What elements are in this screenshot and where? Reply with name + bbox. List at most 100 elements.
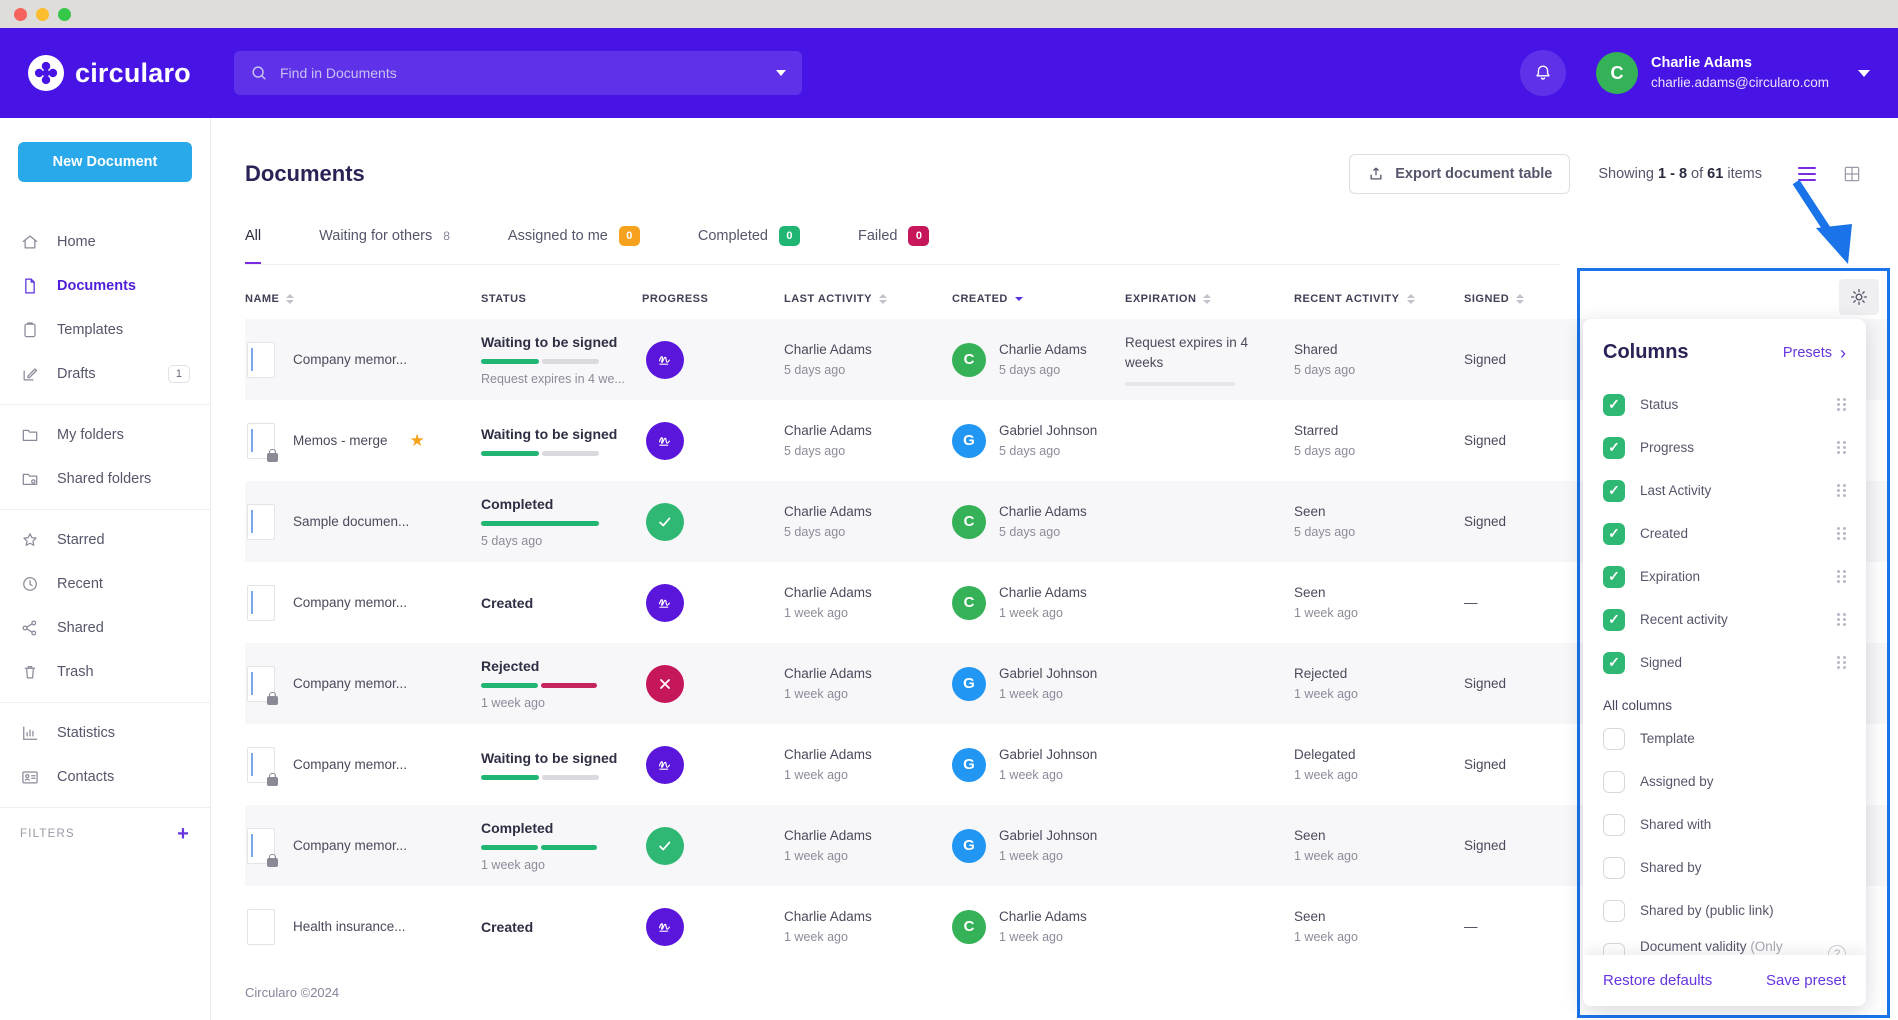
search-scope-caret-icon[interactable] (776, 70, 786, 76)
sidebar-item-my-folders[interactable]: My folders (0, 413, 210, 457)
sidebar-item-drafts[interactable]: Drafts 1 (0, 352, 210, 396)
creator-name: Charlie Adams (999, 909, 1087, 924)
column-header-created[interactable]: CREATED (952, 293, 1125, 305)
drag-handle-icon[interactable] (1837, 656, 1846, 670)
column-toggle-status: ✓Status (1603, 383, 1846, 426)
sidebar-item-statistics[interactable]: Statistics (0, 711, 210, 755)
user-menu[interactable]: C Charlie Adams charlie.adams@circularo.… (1596, 52, 1870, 94)
restore-defaults-link[interactable]: Restore defaults (1603, 972, 1712, 989)
creator-name: Gabriel Johnson (999, 666, 1097, 681)
sidebar-item-starred[interactable]: Starred (0, 518, 210, 562)
sidebar-item-trash[interactable]: Trash (0, 650, 210, 694)
last-activity-user: Charlie Adams (784, 909, 952, 924)
grid-view-button[interactable] (1842, 164, 1862, 184)
column-toggle-assigned-by: Assigned by (1603, 760, 1846, 803)
checkbox-checked[interactable]: ✓ (1603, 437, 1625, 459)
divider (0, 807, 210, 808)
checkbox-checked[interactable]: ✓ (1603, 652, 1625, 674)
list-view-button[interactable] (1798, 167, 1816, 182)
sidebar-item-home[interactable]: Home (0, 220, 210, 264)
save-preset-link[interactable]: Save preset (1766, 972, 1846, 989)
checkbox-checked[interactable]: ✓ (1603, 566, 1625, 588)
drag-handle-icon[interactable] (1837, 570, 1846, 584)
drag-handle-icon[interactable] (1837, 484, 1846, 498)
app-header: circularo C Charlie Adams charlie.adams@… (0, 28, 1898, 118)
column-header-last-activity[interactable]: LAST ACTIVITY (784, 293, 952, 305)
tab-waiting-for-others[interactable]: Waiting for others8 (319, 226, 450, 264)
tab-all[interactable]: All (245, 226, 261, 264)
creator-avatar: C (952, 586, 986, 620)
checkbox-checked[interactable]: ✓ (1603, 609, 1625, 631)
star-icon (20, 530, 40, 550)
signed-status: Signed (1464, 757, 1557, 772)
circularo-logo-icon (28, 55, 64, 91)
sidebar-item-shared-folders[interactable]: Shared folders (0, 457, 210, 501)
close-window-button[interactable] (14, 8, 27, 21)
drag-handle-icon[interactable] (1837, 613, 1846, 627)
column-header-recent-activity[interactable]: RECENT ACTIVITY (1294, 293, 1464, 305)
recent-activity-label: Seen (1294, 909, 1464, 924)
last-activity-user: Charlie Adams (784, 828, 952, 843)
checkbox-unchecked[interactable] (1603, 900, 1625, 922)
status-label: Created (481, 919, 642, 935)
drag-handle-icon[interactable] (1837, 527, 1846, 541)
sidebar-item-contacts[interactable]: Contacts (0, 755, 210, 799)
share-icon (20, 618, 40, 638)
tab-badge: 0 (908, 226, 929, 246)
user-name: Charlie Adams (1651, 54, 1829, 74)
starred-icon[interactable]: ★ (410, 431, 425, 451)
creator-name: Gabriel Johnson (999, 828, 1097, 843)
checkbox-checked[interactable]: ✓ (1603, 480, 1625, 502)
column-header-expiration[interactable]: EXPIRATION (1125, 293, 1294, 305)
last-activity-time: 1 week ago (784, 687, 952, 701)
new-document-button[interactable]: New Document (18, 142, 192, 182)
column-header-progress[interactable]: PROGRESS (642, 293, 784, 305)
drag-handle-icon[interactable] (1837, 398, 1846, 412)
minimize-window-button[interactable] (36, 8, 49, 21)
sidebar-item-recent[interactable]: Recent (0, 562, 210, 606)
column-settings-button[interactable] (1839, 279, 1879, 315)
last-activity-time: 5 days ago (784, 525, 952, 539)
signature-progress-icon (646, 746, 684, 784)
chevron-right-icon: › (1840, 344, 1846, 362)
column-header-signed[interactable]: SIGNED (1464, 293, 1557, 305)
creator-name: Gabriel Johnson (999, 423, 1097, 438)
column-header-name[interactable]: NAME (245, 293, 481, 305)
signed-status: — (1464, 595, 1557, 610)
zoom-window-button[interactable] (58, 8, 71, 21)
brand-logo[interactable]: circularo (28, 55, 210, 91)
checkbox-unchecked[interactable] (1603, 771, 1625, 793)
sidebar-item-shared[interactable]: Shared (0, 606, 210, 650)
presets-link[interactable]: Presets› (1783, 344, 1846, 362)
created-time: 5 days ago (999, 363, 1087, 377)
divider (0, 702, 210, 703)
checkbox-unchecked[interactable] (1603, 728, 1625, 750)
created-time: 1 week ago (999, 687, 1097, 701)
columns-settings-panel: Columns Presets› ✓Status ✓Progress ✓Last… (1577, 268, 1890, 1018)
export-document-table-button[interactable]: Export document table (1349, 154, 1570, 194)
checkbox-unchecked[interactable] (1603, 857, 1625, 879)
column-header-status[interactable]: STATUS (481, 293, 642, 305)
document-name: Company memor... (293, 676, 407, 691)
add-filter-button[interactable]: + (177, 824, 190, 844)
column-toggle-shared-by: Shared by (1603, 846, 1846, 889)
column-toggle-last-activity: ✓Last Activity (1603, 469, 1846, 512)
search-icon (250, 64, 268, 82)
sidebar-item-templates[interactable]: Templates (0, 308, 210, 352)
checkbox-checked[interactable]: ✓ (1603, 523, 1625, 545)
checkbox-checked[interactable]: ✓ (1603, 394, 1625, 416)
tab-failed[interactable]: Failed0 (858, 226, 930, 264)
checkbox-unchecked[interactable] (1603, 814, 1625, 836)
sidebar-item-documents[interactable]: Documents (0, 264, 210, 308)
panel-footer: Restore defaults Save preset (1583, 955, 1866, 1006)
search-bar[interactable] (234, 51, 802, 95)
tab-completed[interactable]: Completed0 (698, 226, 800, 264)
recent-activity-label: Seen (1294, 828, 1464, 843)
lock-icon (267, 696, 278, 705)
clock-icon (20, 574, 40, 594)
drag-handle-icon[interactable] (1837, 441, 1846, 455)
search-input[interactable] (280, 65, 764, 81)
tab-assigned-to-me[interactable]: Assigned to me0 (508, 226, 640, 264)
notifications-button[interactable] (1520, 50, 1566, 96)
user-email: charlie.adams@circularo.com (1651, 74, 1829, 92)
